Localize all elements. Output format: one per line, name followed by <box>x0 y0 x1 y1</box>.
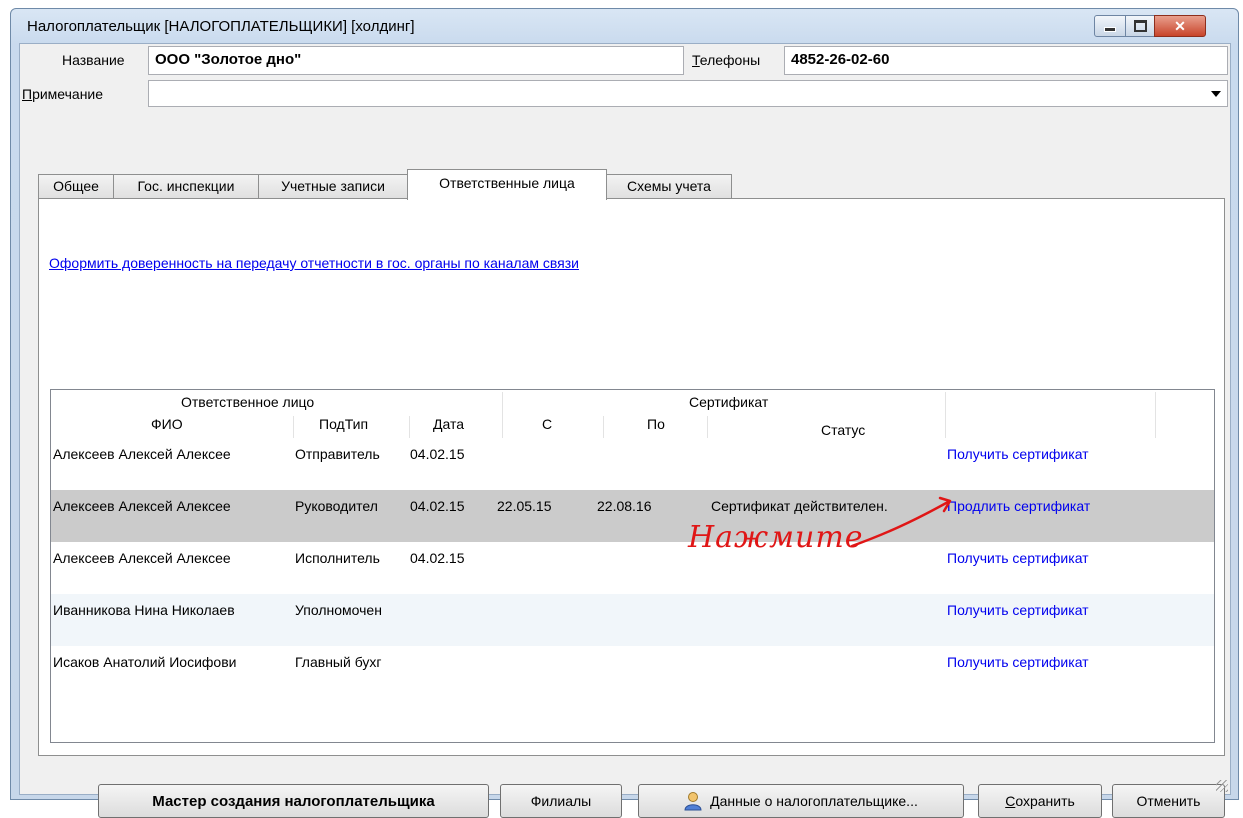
cell-to: 22.08.16 <box>597 498 652 514</box>
chevron-down-icon[interactable] <box>1211 91 1221 97</box>
get-certificate-link[interactable]: Получить сертификат <box>947 550 1089 566</box>
tab-panel-responsible-persons: Оформить доверенность на передачу отчетн… <box>38 198 1225 756</box>
user-icon <box>684 792 702 811</box>
tab-general[interactable]: Общее <box>38 174 114 198</box>
window-title: Налогоплательщик [НАЛОГОПЛАТЕЛЬЩИКИ] [хо… <box>27 18 415 35</box>
header-separator <box>293 416 294 438</box>
note-label: Примечание <box>22 86 103 102</box>
group-header-certificate: Сертификат <box>689 394 769 410</box>
group-header-responsible: Ответственное лицо <box>181 394 315 410</box>
header-separator <box>1155 392 1156 438</box>
tab-accounts[interactable]: Учетные записи <box>258 174 408 198</box>
get-certificate-link[interactable]: Получить сертификат <box>947 446 1089 462</box>
name-field[interactable]: ООО "Золотое дно" <box>148 46 684 75</box>
save-button[interactable]: Сохранить <box>978 784 1102 818</box>
maximize-icon <box>1133 20 1147 32</box>
cell-fio: Иванникова Нина Николаев <box>53 602 235 618</box>
cell-date: 04.02.15 <box>410 498 465 514</box>
close-icon: ✕ <box>1174 17 1186 34</box>
cell-status: Сертификат действителен. <box>711 498 888 514</box>
resize-grip[interactable] <box>1216 780 1228 792</box>
get-certificate-link[interactable]: Получить сертификат <box>947 602 1089 618</box>
minimize-button[interactable] <box>1094 15 1126 37</box>
cell-subtype: Главный бухг <box>295 654 382 670</box>
table-row[interactable]: Алексеев Алексей Алексее Исполнитель 04.… <box>51 542 1214 594</box>
save-accel: С <box>1005 793 1016 809</box>
branches-button[interactable]: Филиалы <box>500 784 622 818</box>
table-row[interactable]: Алексеев Алексей Алексее Руководител 04.… <box>51 490 1214 542</box>
header-separator <box>603 416 604 438</box>
header-separator <box>707 416 708 438</box>
phones-field[interactable]: 4852-26-02-60 <box>784 46 1228 75</box>
header-separator <box>502 392 503 438</box>
phones-label-accel: Т <box>692 52 700 68</box>
table-row[interactable]: Алексеев Алексей Алексее Отправитель 04.… <box>51 438 1214 490</box>
header-separator <box>409 416 410 438</box>
cancel-button[interactable]: Отменить <box>1112 784 1225 818</box>
tab-accounting-schemes[interactable]: Схемы учета <box>606 174 732 198</box>
column-header-to[interactable]: По <box>647 416 665 432</box>
taxpayer-wizard-button[interactable]: Мастер создания налогоплательщика <box>98 784 489 818</box>
name-label: Название <box>62 52 125 68</box>
responsible-persons-grid: Ответственное лицо Сертификат ФИО ПодТип… <box>50 389 1215 743</box>
cell-from: 22.05.15 <box>497 498 552 514</box>
close-button[interactable]: ✕ <box>1154 15 1206 37</box>
annotation-text: Нажмите <box>688 520 864 555</box>
cell-date: 04.02.15 <box>410 446 465 462</box>
column-header-date[interactable]: Дата <box>433 416 464 432</box>
taxpayer-data-button[interactable]: Данные о налогоплательщике... <box>638 784 964 818</box>
tab-tax-inspections[interactable]: Гос. инспекции <box>113 174 259 198</box>
cell-fio: Алексеев Алексей Алексее <box>53 498 231 514</box>
maximize-button[interactable] <box>1125 15 1155 37</box>
column-header-fio[interactable]: ФИО <box>151 416 183 432</box>
phones-label: Телефоны <box>692 52 760 68</box>
cell-subtype: Уполномочен <box>295 602 382 618</box>
cell-fio: Исаков Анатолий Иосифови <box>53 654 237 670</box>
header-separator <box>945 392 946 438</box>
tab-responsible-persons[interactable]: Ответственные лица <box>407 169 607 200</box>
taxpayer-window: Налогоплательщик [НАЛОГОПЛАТЕЛЬЩИКИ] [хо… <box>10 8 1239 818</box>
taxpayer-data-label: анные о налогоплательщике... <box>719 793 918 809</box>
taxpayer-data-accel: Д <box>710 793 720 809</box>
get-certificate-link[interactable]: Получить сертификат <box>947 654 1089 670</box>
table-row[interactable]: Исаков Анатолий Иосифови Главный бухг По… <box>51 646 1214 698</box>
column-header-status[interactable]: Статус <box>821 422 865 438</box>
column-header-subtype[interactable]: ПодТип <box>319 416 368 432</box>
column-header-from[interactable]: С <box>542 416 552 432</box>
table-row[interactable]: Иванникова Нина Николаев Уполномочен Пол… <box>51 594 1214 646</box>
power-of-attorney-link[interactable]: Оформить доверенность на передачу отчетн… <box>49 255 579 271</box>
note-label-accel: П <box>22 86 33 102</box>
cell-date: 04.02.15 <box>410 550 465 566</box>
cell-fio: Алексеев Алексей Алексее <box>53 446 231 462</box>
note-label-text: римечание <box>32 86 104 102</box>
phones-label-text: елефоны <box>699 52 761 68</box>
note-combobox[interactable] <box>148 80 1228 107</box>
title-bar[interactable]: Налогоплательщик [НАЛОГОПЛАТЕЛЬЩИКИ] [хо… <box>11 9 1238 43</box>
minimize-icon <box>1104 26 1116 32</box>
window-client-area: Название ООО "Золотое дно" Телефоны 4852… <box>19 43 1231 818</box>
cell-subtype: Отправитель <box>295 446 380 462</box>
cell-subtype: Руководител <box>295 498 378 514</box>
cell-subtype: Исполнитель <box>295 550 380 566</box>
cell-fio: Алексеев Алексей Алексее <box>53 550 231 566</box>
save-label: охранить <box>1015 793 1075 809</box>
renew-certificate-link[interactable]: Продлить сертификат <box>947 498 1090 514</box>
